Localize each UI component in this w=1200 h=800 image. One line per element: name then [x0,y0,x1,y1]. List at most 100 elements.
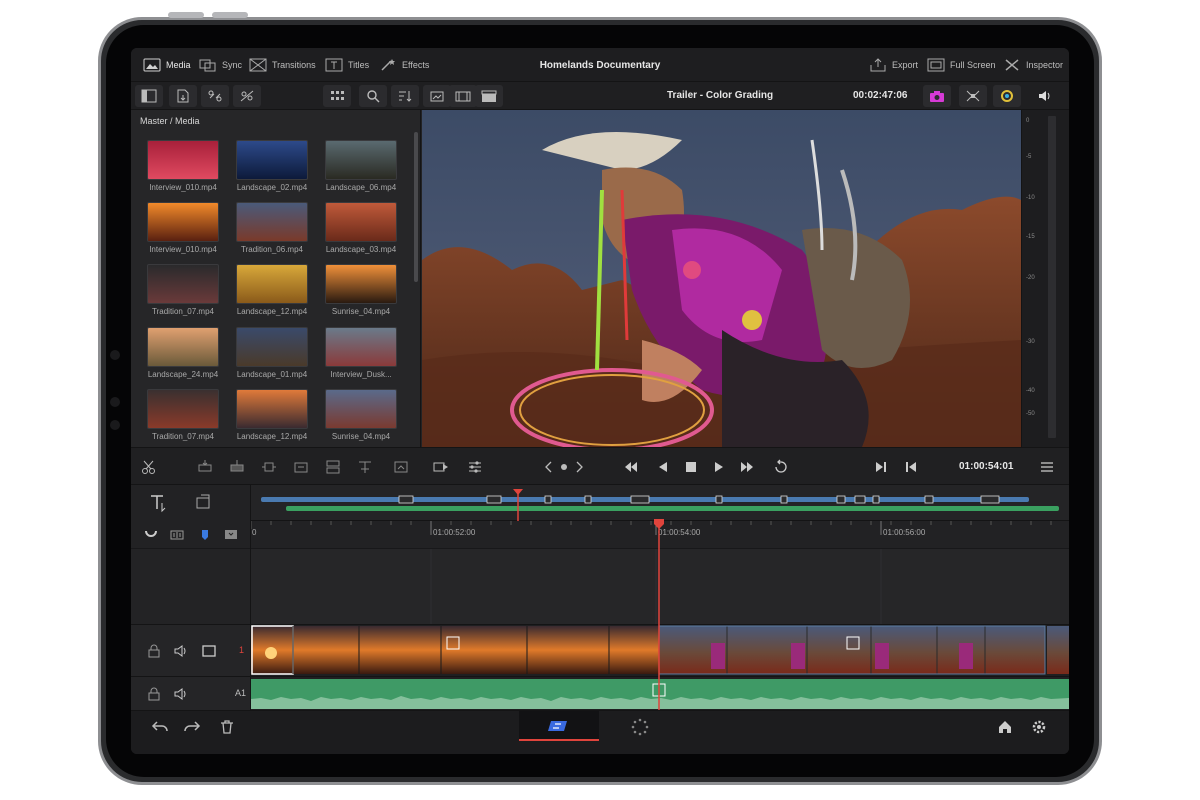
reverse-play-icon[interactable] [655,459,671,475]
menu-icon[interactable] [1039,459,1055,475]
meter-tick: -5 [1026,154,1032,160]
meter-tick: -50 [1026,411,1035,417]
cut-page-icon [548,721,567,731]
go-to-start-icon[interactable] [623,459,639,475]
replace-icon[interactable] [261,459,277,475]
adjust-icon[interactable] [467,459,483,475]
ruler-label-zero: 0 [252,528,257,537]
mark-out-icon[interactable] [903,459,919,475]
trim-tool-icon[interactable] [193,493,215,513]
cut-page-tab[interactable] [519,711,599,741]
viewer-clapper-button[interactable] [475,85,503,107]
camera-dot [110,350,120,360]
audio-meter-button[interactable] [1031,85,1059,107]
speaker-icon[interactable] [173,643,189,659]
overwrite-icon[interactable] [229,459,245,475]
insert-icon[interactable] [197,459,213,475]
empty-track-header [131,549,251,624]
bottom-bar [131,710,1069,754]
clip-thumbnail[interactable] [325,202,397,242]
clip-thumbnail[interactable] [236,202,308,242]
video-viewer[interactable] [422,110,1021,447]
mark-in-icon[interactable] [873,459,889,475]
clip-thumbnail[interactable] [147,264,219,304]
speaker-icon[interactable] [173,686,189,702]
clip-thumbnail[interactable] [236,389,308,429]
toggle-panel-button[interactable] [135,85,163,107]
lock-icon[interactable] [147,644,161,658]
append-icon[interactable] [393,459,409,475]
redo-icon[interactable] [183,719,201,735]
unlink-button[interactable] [233,85,261,107]
clip-thumbnail[interactable] [147,202,219,242]
nav-inspector[interactable]: Inspector [1003,57,1063,73]
color-camera-button[interactable] [923,85,951,107]
clip-thumbnail[interactable] [236,264,308,304]
clip-thumbnail[interactable] [147,140,219,180]
stop-icon[interactable] [683,459,699,475]
timeline-ruler[interactable]: 0 01:00:52:00 01:00:54:00 01:00:56:00 [131,521,1069,549]
text-tool-icon[interactable] [149,493,171,513]
clip-name: Landscape_24.mp4 [147,370,219,379]
clip-thumbnail[interactable] [147,389,219,429]
empty-track-area[interactable] [131,549,1069,624]
video-track-header: 1 [131,625,251,676]
meter-tick: -15 [1026,234,1035,240]
audio-scrub-icon[interactable] [169,527,185,543]
relink-button[interactable] [201,85,229,107]
play-icon[interactable] [711,459,727,475]
marker-icon[interactable] [223,527,239,543]
flag-icon[interactable] [197,527,213,543]
timeline-name[interactable]: Trailer - Color Grading [667,90,773,101]
blade-icon[interactable] [141,459,157,475]
loop-icon[interactable] [773,459,789,475]
clip-thumbnail[interactable] [325,327,397,367]
undo-icon[interactable] [151,719,169,735]
clip-thumbnail[interactable] [147,327,219,367]
color-wheel-button[interactable] [993,85,1021,107]
clip-thumbnail[interactable] [236,327,308,367]
grid-view-button[interactable] [323,85,351,107]
relink-icon [208,90,222,102]
trash-icon[interactable] [219,719,235,735]
home-icon[interactable] [997,719,1013,735]
clip-name: Landscape_06.mp4 [325,183,397,192]
nav-fullscreen[interactable]: Full Screen [927,57,996,73]
clip-name: Interview_010.mp4 [149,245,217,254]
power-button [212,12,248,18]
inspector-icon [1005,59,1019,71]
viewer-timeline-button[interactable] [449,85,477,107]
sort-button[interactable] [391,85,419,107]
fit-to-fill-icon[interactable] [293,459,309,475]
clip-thumbnail[interactable] [325,140,397,180]
clip-thumbnail[interactable] [325,264,397,304]
import-button[interactable] [169,85,197,107]
lock-icon[interactable] [147,687,161,701]
viewer-frame-image [422,110,1021,447]
media-scrollbar[interactable] [414,132,418,282]
place-on-top-icon[interactable] [325,459,341,475]
clip-thumbnail[interactable] [325,389,397,429]
gear-icon[interactable] [1031,719,1047,735]
meter-tick: -10 [1026,195,1035,201]
transform-button[interactable] [959,85,987,107]
clip-name: Sunrise_04.mp4 [331,307,391,316]
nav-export[interactable]: Export [869,57,918,73]
camera-icon [930,91,944,102]
ripple-overwrite-icon[interactable] [357,459,373,475]
search-button[interactable] [359,85,387,107]
color-page-icon[interactable] [631,718,649,736]
marker-dot-icon[interactable] [556,459,572,475]
ruler-tools [131,521,251,549]
go-to-end-icon[interactable] [739,459,755,475]
next-marker-icon[interactable] [571,459,587,475]
snap-magnet-icon[interactable] [143,527,159,543]
video-track-label: 1 [239,645,245,655]
clip-thumbnail[interactable] [236,140,308,180]
viewer-source-button[interactable] [423,85,451,107]
mini-timeline[interactable] [131,485,1069,521]
prev-marker-icon[interactable] [541,459,557,475]
export-icon [870,58,886,72]
smart-insert-icon[interactable] [433,459,449,475]
monitor-icon[interactable] [201,644,217,658]
